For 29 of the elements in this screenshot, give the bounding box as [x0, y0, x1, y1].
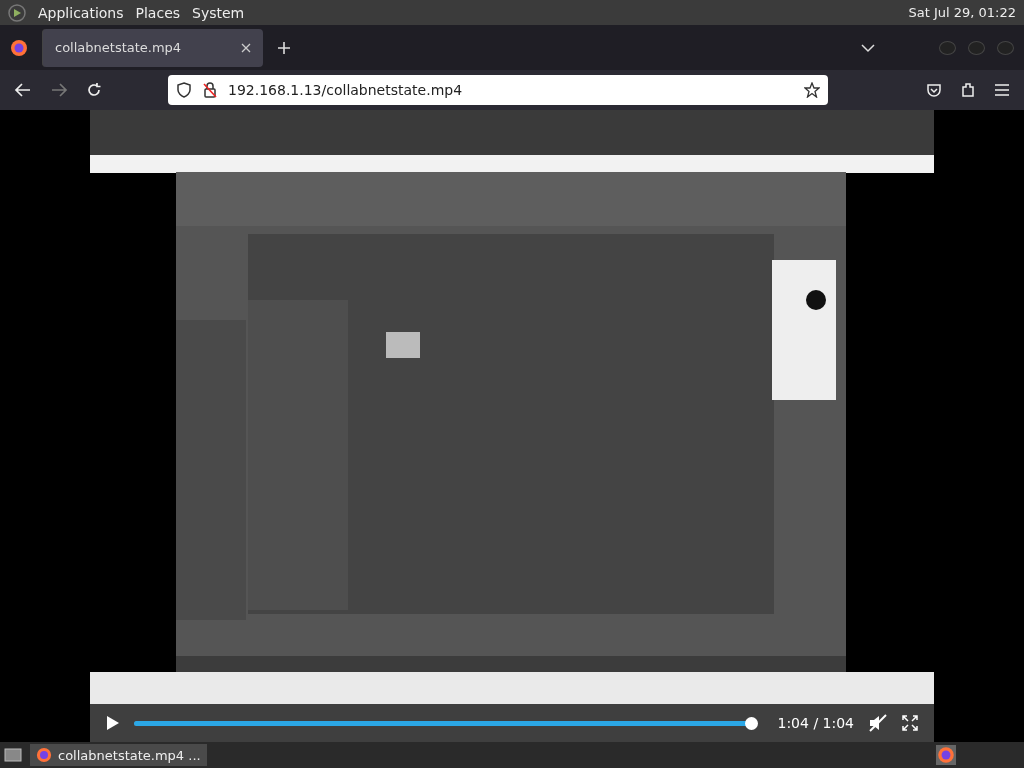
- shield-icon: [176, 82, 192, 98]
- browser-icon: [36, 747, 52, 763]
- logo-icon: [8, 3, 26, 22]
- seek-slider[interactable]: [134, 715, 758, 731]
- star-icon[interactable]: [804, 82, 820, 98]
- time-display: 1:04 / 1:04: [777, 715, 854, 731]
- insecure-lock-icon: [202, 82, 218, 98]
- back-icon[interactable]: [14, 82, 32, 98]
- slider-thumb[interactable]: [744, 716, 758, 730]
- panel-menu[interactable]: Applications: [38, 4, 124, 21]
- taskbar-button[interactable]: collabnetstate.mp4 ...: [30, 744, 207, 766]
- panel-menu[interactable]: Places: [135, 4, 181, 21]
- browser-icon[interactable]: [10, 38, 28, 57]
- speaker-icon[interactable]: [868, 714, 888, 732]
- play-icon[interactable]: [106, 715, 120, 731]
- close-icon[interactable]: [241, 42, 252, 53]
- reload-icon[interactable]: [86, 82, 102, 98]
- address-field[interactable]: 192.168.1.13/collabnetstate.mp4: [168, 75, 828, 105]
- browser-tab[interactable]: collabnetstate.mp4: [42, 28, 264, 67]
- fullscreen-icon[interactable]: [902, 715, 918, 731]
- menu-icon[interactable]: [994, 83, 1010, 97]
- chevron-icon[interactable]: [861, 42, 875, 53]
- new-tab-icon[interactable]: [277, 40, 292, 55]
- clock: Sat Jul 29, 01:22: [908, 5, 1016, 20]
- extensions-icon[interactable]: [960, 82, 976, 98]
- pocket-icon[interactable]: [926, 82, 942, 98]
- forward-icon[interactable]: [50, 82, 68, 98]
- panel-menu[interactable]: System: [192, 4, 245, 21]
- desktop-icon[interactable]: [4, 747, 22, 763]
